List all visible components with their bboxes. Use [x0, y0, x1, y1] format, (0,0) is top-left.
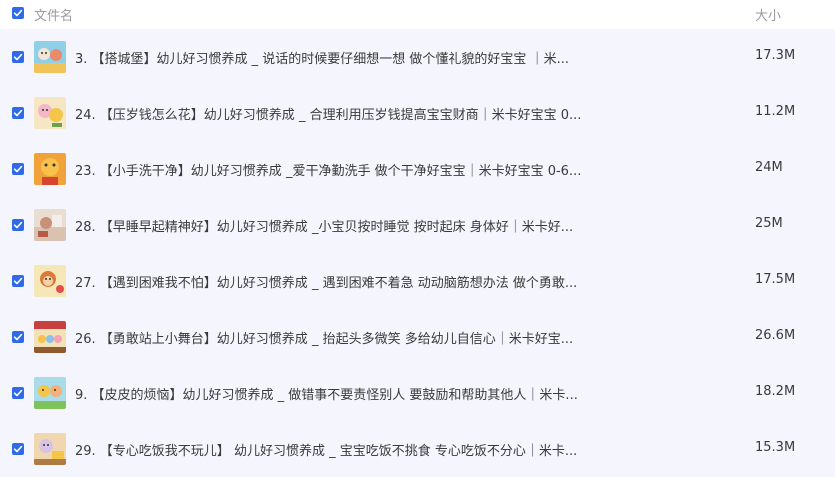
file-row[interactable]: 26. 【勇敢站上小舞台】幼儿好习惯养成 _ 抬起头多微笑 多给幼儿自信心｜米卡…: [0, 309, 835, 365]
file-row[interactable]: 23. 【小手洗干净】幼儿好习惯养成 _爱干净勤洗手 做个干净好宝宝｜米卡好宝宝…: [0, 141, 835, 197]
check-icon: [13, 221, 23, 229]
row-checkbox[interactable]: [12, 107, 24, 119]
row-checkbox[interactable]: [12, 387, 24, 399]
check-icon: [13, 277, 23, 285]
file-size: 11.2M: [755, 104, 796, 119]
check-icon: [13, 109, 23, 117]
video-thumbnail: [34, 153, 66, 185]
video-thumbnail: [34, 433, 66, 465]
row-checkbox[interactable]: [12, 51, 24, 63]
file-row[interactable]: 24. 【压岁钱怎么花】幼儿好习惯养成 _ 合理利用压岁钱提高宝宝财商｜米卡好宝…: [0, 85, 835, 141]
row-checkbox[interactable]: [12, 219, 24, 231]
file-size: 17.5M: [755, 272, 796, 287]
column-header-size[interactable]: 大小: [755, 5, 781, 24]
file-name[interactable]: 27. 【遇到困难我不怕】幼儿好习惯养成 _ 遇到困难不着急 动动脑筋想办法 做…: [75, 272, 577, 291]
file-row[interactable]: 29. 【专心吃饭我不玩儿】 幼儿好习惯养成 _ 宝宝吃饭不挑食 专心吃饭不分心…: [0, 421, 835, 477]
row-checkbox[interactable]: [12, 331, 24, 343]
video-thumbnail: [34, 209, 66, 241]
row-checkbox[interactable]: [12, 163, 24, 175]
file-name[interactable]: 3. 【搭城堡】幼儿好习惯养成 _ 说话的时候要仔细想一想 做个懂礼貌的好宝宝 …: [75, 48, 569, 67]
column-header-name[interactable]: 文件名: [34, 5, 73, 24]
video-thumbnail: [34, 97, 66, 129]
file-list-header: 文件名 大小: [0, 0, 835, 28]
file-name[interactable]: 28. 【早睡早起精神好】幼儿好习惯养成 _小宝贝按时睡觉 按时起床 身体好｜米…: [75, 216, 573, 235]
file-size: 17.3M: [755, 48, 796, 63]
video-thumbnail: [34, 41, 66, 73]
file-row[interactable]: 27. 【遇到困难我不怕】幼儿好习惯养成 _ 遇到困难不着急 动动脑筋想办法 做…: [0, 253, 835, 309]
file-name[interactable]: 9. 【皮皮的烦恼】幼儿好习惯养成 _ 做错事不要责怪别人 要鼓励和帮助其他人｜…: [75, 384, 578, 403]
file-name[interactable]: 26. 【勇敢站上小舞台】幼儿好习惯养成 _ 抬起头多微笑 多给幼儿自信心｜米卡…: [75, 328, 573, 347]
video-thumbnail: [34, 377, 66, 409]
file-name[interactable]: 29. 【专心吃饭我不玩儿】 幼儿好习惯养成 _ 宝宝吃饭不挑食 专心吃饭不分心…: [75, 440, 577, 459]
select-all-checkbox[interactable]: [12, 7, 24, 19]
file-size: 18.2M: [755, 384, 796, 399]
file-name[interactable]: 24. 【压岁钱怎么花】幼儿好习惯养成 _ 合理利用压岁钱提高宝宝财商｜米卡好宝…: [75, 104, 581, 123]
file-row[interactable]: 3. 【搭城堡】幼儿好习惯养成 _ 说话的时候要仔细想一想 做个懂礼貌的好宝宝 …: [0, 29, 835, 85]
file-size: 26.6M: [755, 328, 796, 343]
check-icon: [13, 165, 23, 173]
file-name[interactable]: 23. 【小手洗干净】幼儿好习惯养成 _爱干净勤洗手 做个干净好宝宝｜米卡好宝宝…: [75, 160, 581, 179]
check-icon: [13, 445, 23, 453]
row-checkbox[interactable]: [12, 443, 24, 455]
row-checkbox[interactable]: [12, 275, 24, 287]
check-icon: [13, 9, 23, 17]
file-size: 25M: [755, 216, 783, 231]
check-icon: [13, 389, 23, 397]
check-icon: [13, 333, 23, 341]
file-row[interactable]: 28. 【早睡早起精神好】幼儿好习惯养成 _小宝贝按时睡觉 按时起床 身体好｜米…: [0, 197, 835, 253]
video-thumbnail: [34, 265, 66, 297]
check-icon: [13, 53, 23, 61]
file-row[interactable]: 9. 【皮皮的烦恼】幼儿好习惯养成 _ 做错事不要责怪别人 要鼓励和帮助其他人｜…: [0, 365, 835, 421]
video-thumbnail: [34, 321, 66, 353]
file-size: 15.3M: [755, 440, 796, 455]
file-size: 24M: [755, 160, 783, 175]
